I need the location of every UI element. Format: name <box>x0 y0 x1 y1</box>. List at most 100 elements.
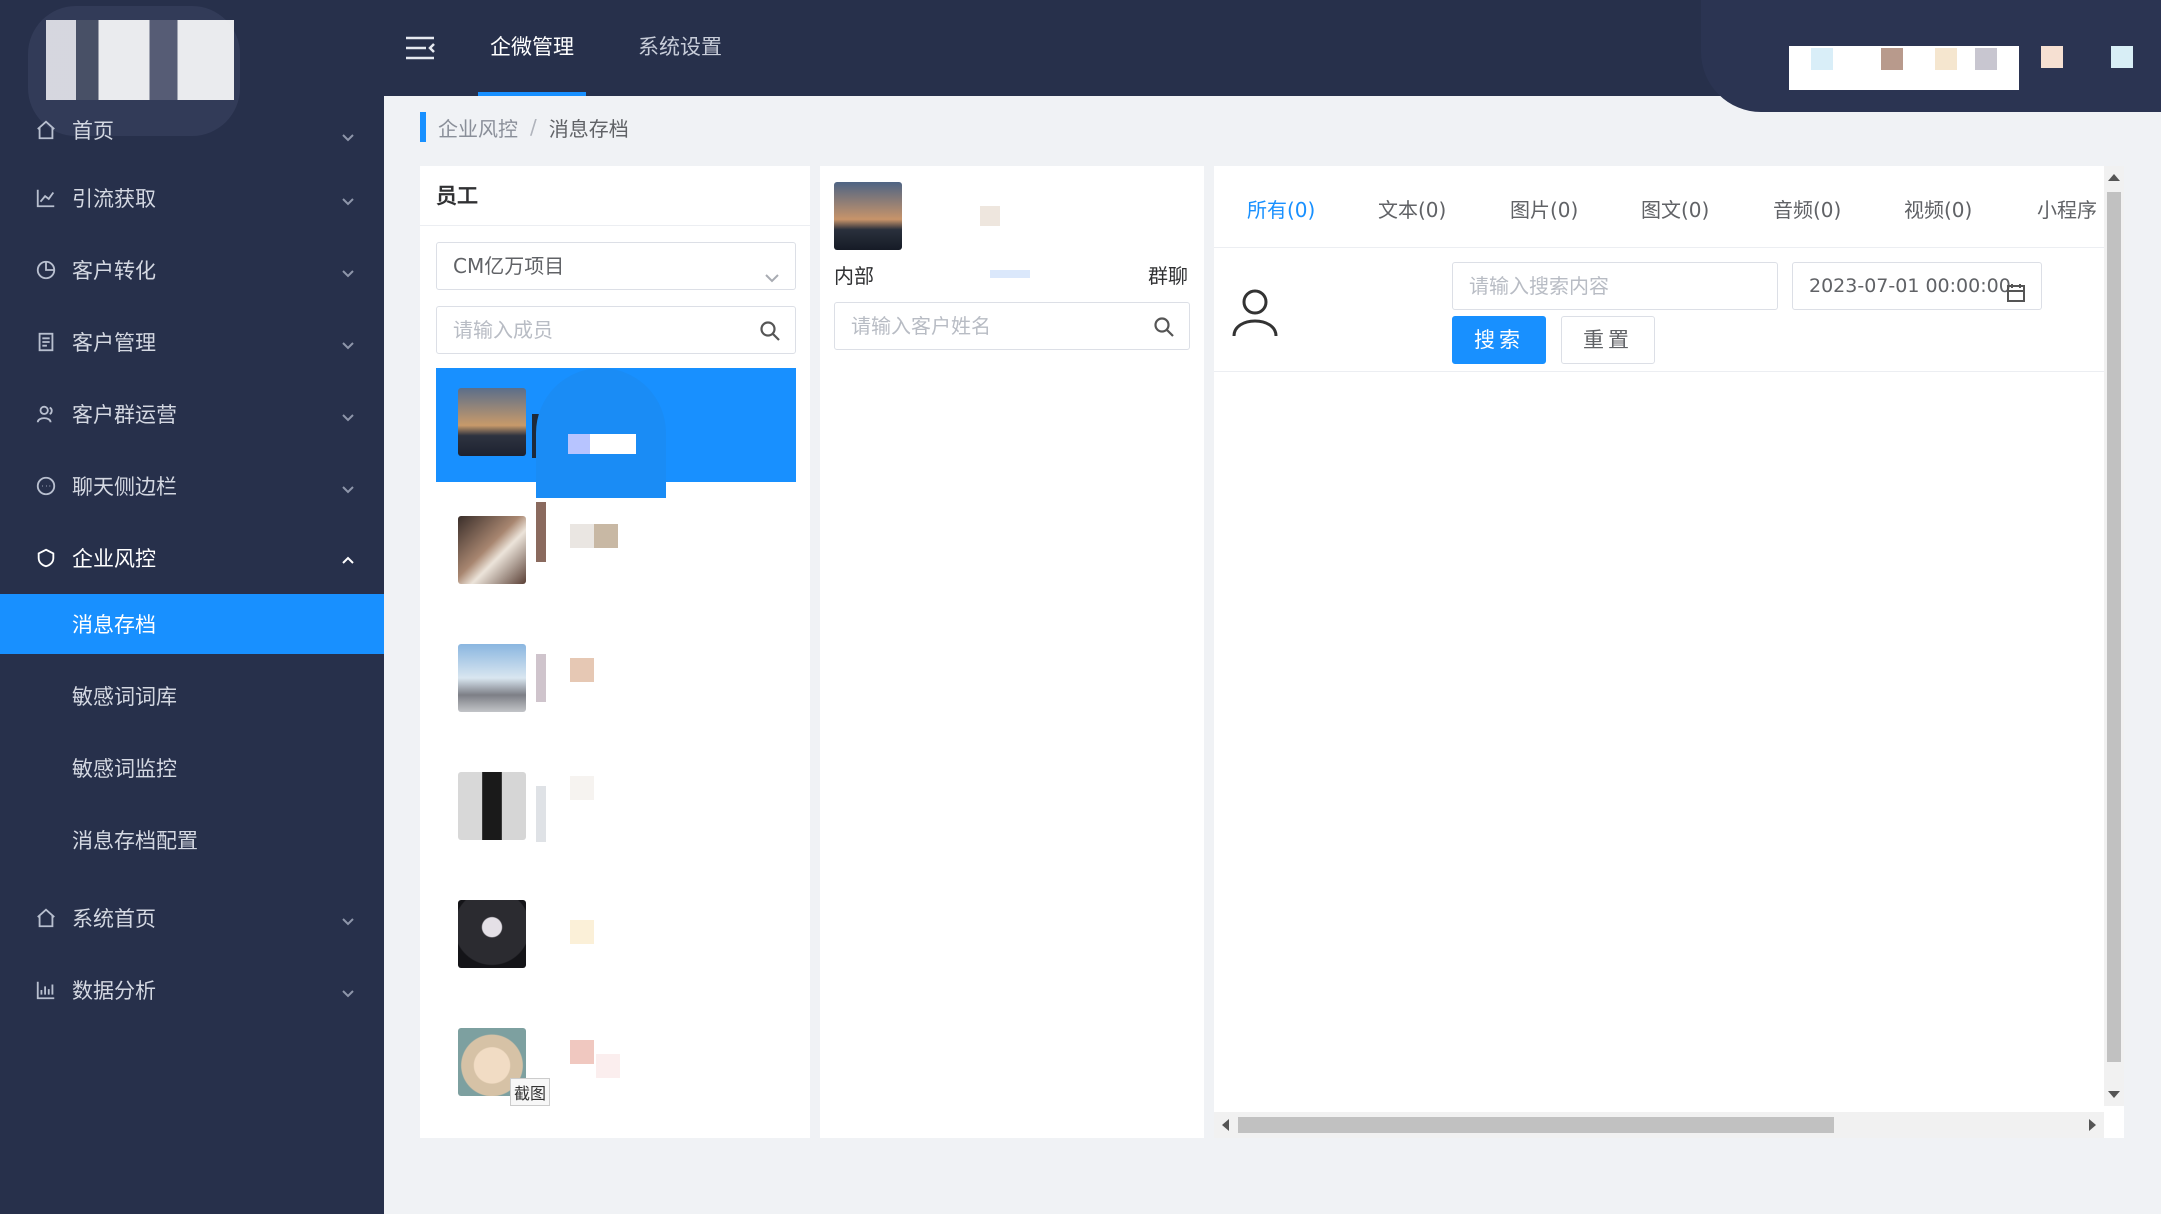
bar-chart-icon <box>34 978 58 1002</box>
member-search-input[interactable] <box>437 307 795 353</box>
list-item[interactable] <box>436 1008 796 1136</box>
message-type-tabs: 所有(0) 文本(0) 图片(0) 图文(0) 音频(0) 视频(0) 小程序 <box>1214 166 2124 248</box>
chevron-down-icon <box>340 262 356 278</box>
tab-wecom-management[interactable]: 企微管理 <box>478 0 586 96</box>
reset-button[interactable]: 重置 <box>1561 316 1655 364</box>
user-info-area[interactable] <box>1701 0 2161 112</box>
list-item[interactable] <box>436 880 796 1008</box>
sidebar-item-label: 企业风控 <box>72 547 156 571</box>
scrollbar-thumb[interactable] <box>1238 1117 1834 1133</box>
tab-audio[interactable]: 音频(0) <box>1773 194 1841 223</box>
avatar <box>458 644 526 712</box>
search-icon[interactable] <box>1153 316 1175 338</box>
sidebar-item-label: 首页 <box>72 119 114 143</box>
start-date-value: 2023-07-01 00:00:00 <box>1809 275 2011 297</box>
risk-control-submenu: 消息存档 敏感词词库 敏感词监控 消息存档配置 <box>0 594 384 882</box>
sidebar-item-label: 敏感词词库 <box>72 685 177 709</box>
sidebar-item-sensitive-monitor[interactable]: 敏感词监控 <box>0 738 384 798</box>
sidebar-item-customers[interactable]: 客户管理 <box>0 306 384 378</box>
menu-toggle-icon[interactable] <box>404 34 436 62</box>
tab-mini-program[interactable]: 小程序 <box>2037 194 2097 223</box>
sidebar-item-label: 聊天侧边栏 <box>72 475 177 499</box>
scroll-left-icon[interactable] <box>1222 1119 1229 1131</box>
message-search <box>1452 262 1778 310</box>
employee-panel: 员工 CM亿万项目 <box>420 166 810 1138</box>
sidebar-menu: 首页 引流获取 客户转化 客户管理 客户群运营 聊天侧边栏 企业风控 消息存档 … <box>0 100 384 1026</box>
tab-label: 企微管理 <box>490 35 574 59</box>
avatar <box>458 900 526 968</box>
member-search <box>436 306 796 354</box>
top-bar: 企微管理 系统设置 <box>384 0 2161 112</box>
sidebar-item-groups[interactable]: 客户群运营 <box>0 378 384 450</box>
breadcrumb-separator: / <box>530 115 537 139</box>
tab-text[interactable]: 文本(0) <box>1378 194 1446 223</box>
sidebar-item-conversion[interactable]: 客户转化 <box>0 234 384 306</box>
home-icon <box>34 118 58 142</box>
tab-internal[interactable]: 内部 <box>834 260 874 289</box>
list-item[interactable] <box>436 752 796 880</box>
message-list-empty <box>1214 373 2124 1113</box>
scroll-up-icon[interactable] <box>2108 174 2120 181</box>
avatar <box>458 388 526 456</box>
sidebar-item-label: 数据分析 <box>72 979 156 1003</box>
chevron-down-icon <box>340 190 356 206</box>
message-search-input[interactable] <box>1453 263 1777 309</box>
customer-search-input[interactable] <box>835 303 1189 349</box>
project-select-value: CM亿万项目 <box>453 254 565 278</box>
tab-rich-text[interactable]: 图文(0) <box>1641 194 1709 223</box>
tab-system-settings[interactable]: 系统设置 <box>630 0 730 96</box>
breadcrumb-accent <box>420 112 426 142</box>
username-redacted <box>1789 46 2019 90</box>
tab-video[interactable]: 视频(0) <box>1904 194 1972 223</box>
chevron-down-icon <box>340 478 356 494</box>
scrollbar-thumb[interactable] <box>2107 192 2121 1062</box>
sidebar-item-system-home[interactable]: 系统首页 <box>0 882 384 954</box>
chevron-up-icon <box>340 550 356 566</box>
sidebar-item-risk-control[interactable]: 企业风控 <box>0 522 384 594</box>
list-item[interactable] <box>436 368 796 498</box>
sidebar-item-label: 客户管理 <box>72 331 156 355</box>
horizontal-scrollbar[interactable] <box>1214 1112 2104 1138</box>
scroll-right-icon[interactable] <box>2089 1119 2096 1131</box>
tab-all[interactable]: 所有(0) <box>1247 194 1315 223</box>
search-button[interactable]: 搜索 <box>1452 316 1546 364</box>
sidebar-item-message-archive[interactable]: 消息存档 <box>0 594 384 654</box>
start-date-picker[interactable]: 2023-07-01 00:00:00 <box>1792 262 2042 310</box>
sidebar-item-home[interactable]: 首页 <box>0 98 384 162</box>
redacted-tab <box>990 270 1030 278</box>
users-icon <box>34 402 58 426</box>
chevron-down-icon <box>340 910 356 926</box>
scroll-down-icon[interactable] <box>2108 1091 2120 1098</box>
vertical-scrollbar[interactable] <box>2104 166 2124 1106</box>
sidebar-item-label: 消息存档配置 <box>72 829 198 853</box>
breadcrumb-parent[interactable]: 企业风控 <box>438 113 518 142</box>
sidebar-item-sensitive-words[interactable]: 敏感词词库 <box>0 654 384 738</box>
sidebar-item-label: 引流获取 <box>72 187 156 211</box>
sidebar-item-label: 客户群运营 <box>72 403 177 427</box>
sidebar-item-analytics[interactable]: 数据分析 <box>0 954 384 1026</box>
chevron-down-icon <box>340 982 356 998</box>
avatar[interactable] <box>2041 46 2063 68</box>
sidebar-item-traffic[interactable]: 引流获取 <box>0 162 384 234</box>
employee-list <box>436 368 796 1136</box>
list-item[interactable] <box>436 624 796 752</box>
sidebar-item-label: 客户转化 <box>72 259 156 283</box>
project-select[interactable]: CM亿万项目 <box>436 242 796 290</box>
tab-group-chat[interactable]: 群聊 <box>1148 260 1188 289</box>
search-icon[interactable] <box>759 320 781 342</box>
chevron-down-icon <box>340 334 356 350</box>
logo-mosaic <box>46 20 234 100</box>
tab-label: 系统设置 <box>638 35 722 59</box>
sidebar-item-chat-sidebar[interactable]: 聊天侧边栏 <box>0 450 384 522</box>
breadcrumb-current: 消息存档 <box>548 116 629 141</box>
sidebar: 首页 引流获取 客户转化 客户管理 客户群运营 聊天侧边栏 企业风控 消息存档 … <box>0 0 384 1214</box>
sidebar-item-label: 系统首页 <box>72 907 156 931</box>
sidebar-item-archive-config[interactable]: 消息存档配置 <box>0 798 384 882</box>
screenshot-tooltip: 截图 <box>510 1078 551 1106</box>
sidebar-item-label: 敏感词监控 <box>72 757 177 781</box>
panel-title: 员工 <box>420 166 810 226</box>
chevron-down-icon <box>763 257 781 283</box>
customer-panel: 内部 群聊 <box>820 166 1204 1138</box>
tab-image[interactable]: 图片(0) <box>1510 194 1578 223</box>
list-item[interactable] <box>436 496 796 624</box>
